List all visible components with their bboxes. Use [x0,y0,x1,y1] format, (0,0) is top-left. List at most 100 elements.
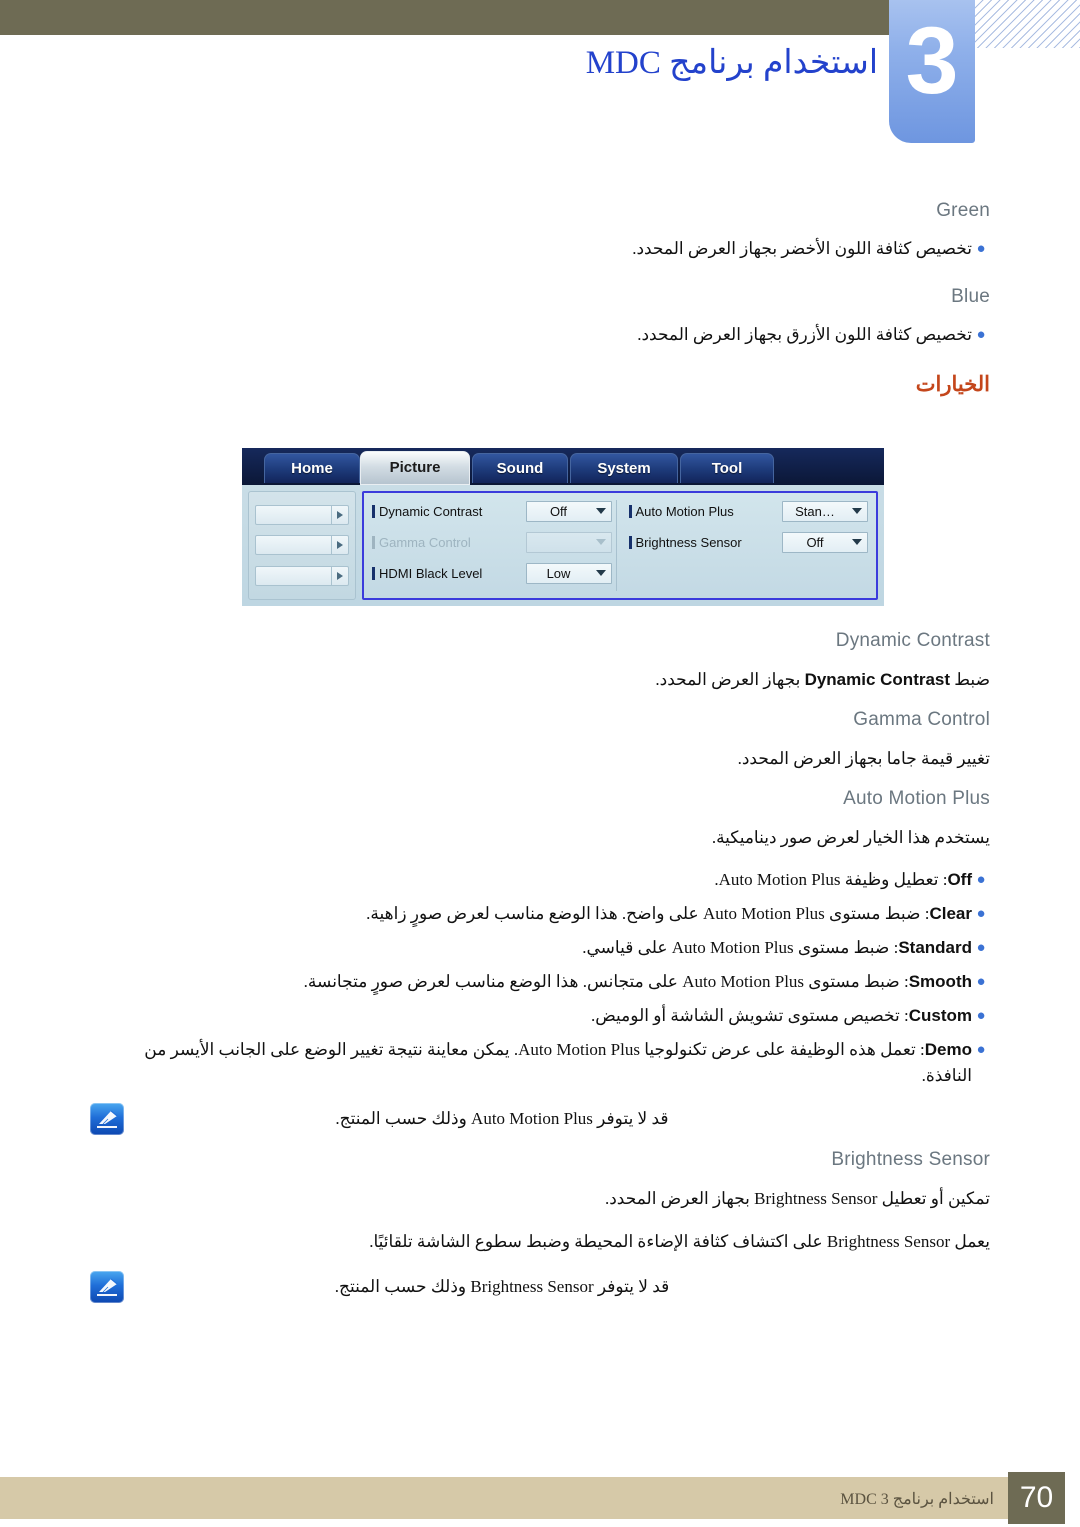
field-hdmi-black-level: HDMI Black Level Low [372,562,612,584]
para-auto-motion-plus-intro: يستخدم هذا الخيار لعرض صور ديناميكية. [711,828,990,847]
heading-brightness-sensor: Brightness Sensor [831,1149,990,1170]
field-gamma-control-label: Gamma Control [372,535,526,550]
dc-text-after: بجهاز العرض المحدد. [655,670,805,689]
auto-motion-plus-option-list: ● Off: تعطيل وظيفة Auto Motion Plus. ● C… [90,867,990,1089]
chevron-down-icon[interactable] [591,508,611,514]
tab-system[interactable]: System [570,453,678,483]
bullet-marker-icon: ● [976,871,986,888]
bullet-marker-icon: ● [976,240,986,257]
content-upper: Green ● تخصيص كثافة اللون الأخضر بجهاز ا… [90,200,990,415]
amp-option-smooth-term: Smooth [908,972,972,991]
page-title: استخدام برنامج MDC [585,45,878,81]
list-item: ● Standard: ضبط مستوى Auto Motion Plus ع… [90,935,990,961]
field-hdmi-black-level-label: HDMI Black Level [372,566,526,581]
content-lower: Dynamic Contrast ضبط Dynamic Contrast بج… [90,630,990,1313]
page-footer: استخدام برنامج MDC 3 70 [0,1470,1080,1527]
amp-option-clear-term: Clear [929,904,972,923]
field-hdmi-black-level-value: Low [546,565,571,581]
field-hdmi-black-level-select[interactable]: Low [525,562,612,584]
left-combo-3[interactable] [255,565,349,586]
bullet-blue: ● تخصيص كثافة اللون الأزرق بجهاز العرض ا… [90,322,990,348]
caret-right-icon[interactable] [331,566,348,585]
left-combo-1[interactable] [255,505,349,526]
mdc-left-panel [248,491,356,600]
bullet-marker-icon: ● [976,1041,986,1058]
list-item: ● Custom: تخصيص مستوى تشويش الشاشة أو ال… [90,1003,990,1029]
field-gamma-control: Gamma Control [372,531,612,553]
amp-option-standard: Standard: ضبط مستوى Auto Motion Plus على… [90,935,972,961]
mdc-settings-column-left: Dynamic Contrast Off Gamma Control HDMI … [372,500,612,591]
dc-text-before: ضبط [950,670,990,689]
note-auto-motion-plus: قد لا يتوفر Auto Motion Plus وذلك حسب ال… [90,1103,990,1135]
amp-option-clear-desc: : ضبط مستوى Auto Motion Plus على واضح. ه… [366,904,930,923]
mdc-body: Dynamic Contrast Off Gamma Control HDMI … [242,485,884,606]
para-gamma-control: تغيير قيمة جاما بجهاز العرض المحدد. [737,749,990,768]
bullet-marker-icon: ● [976,905,986,922]
mdc-tab-bar: Home Picture Sound System Tool [242,448,884,485]
chevron-down-icon [591,539,611,545]
amp-option-demo: Demo: تعمل هذه الوظيفة على عرض تكنولوجيا… [90,1037,972,1089]
tab-picture[interactable]: Picture [360,451,470,485]
mdc-settings-panel: Dynamic Contrast Off Gamma Control HDMI … [362,491,878,600]
list-item: ● Clear: ضبط مستوى Auto Motion Plus على … [90,901,990,927]
chevron-down-icon[interactable] [847,508,867,514]
heading-options: الخيارات [915,372,990,396]
amp-option-clear: Clear: ضبط مستوى Auto Motion Plus على وا… [90,901,972,927]
chapter-number: 3 [905,8,959,114]
field-auto-motion-plus-select[interactable]: Stan… [782,500,868,522]
field-brightness-sensor: Brightness Sensor Off [629,531,868,553]
page-number: 70 [1008,1472,1065,1524]
page-header: 3 استخدام برنامج MDC [0,0,1080,150]
amp-option-demo-desc: : تعمل هذه الوظيفة على عرض تكنولوجيا Aut… [144,1040,972,1085]
bullet-marker-icon: ● [976,1007,986,1024]
field-gamma-control-select [525,531,612,553]
bullet-blue-text: تخصيص كثافة اللون الأزرق بجهاز العرض الم… [637,325,972,344]
heading-blue: Blue [951,286,990,307]
note-auto-motion-plus-text: قد لا يتوفر Auto Motion Plus وذلك حسب ال… [335,1109,669,1128]
note-brightness-sensor-text: قد لا يتوفر Brightness Sensor وذلك حسب ا… [334,1277,670,1296]
chevron-down-icon[interactable] [591,570,611,576]
footer-chapter-label: استخدام برنامج MDC 3 [840,1491,994,1508]
note-pen-icon [90,1271,124,1303]
para-brightness-sensor-2: يعمل Brightness Sensor على اكتشاف كثافة … [369,1232,990,1251]
field-dynamic-contrast-select[interactable]: Off [525,500,612,522]
field-dynamic-contrast-value: Off [549,503,568,519]
amp-option-off: Off: تعطيل وظيفة Auto Motion Plus. [90,867,972,893]
field-brightness-sensor-label: Brightness Sensor [629,535,783,550]
para-dynamic-contrast: ضبط Dynamic Contrast بجهاز العرض المحدد. [90,666,990,693]
bullet-green-text: تخصيص كثافة اللون الأخضر بجهاز العرض الم… [632,239,972,258]
field-brightness-sensor-select[interactable]: Off [782,531,868,553]
header-olive-bar [0,0,890,35]
amp-option-custom: Custom: تخصيص مستوى تشويش الشاشة أو الوم… [90,1003,972,1029]
bullet-marker-icon: ● [976,973,986,990]
tab-sound[interactable]: Sound [472,453,568,483]
heading-auto-motion-plus: Auto Motion Plus [843,788,990,809]
mdc-settings-column-right: Auto Motion Plus Stan… Brightness Sensor… [615,500,868,591]
tab-tool[interactable]: Tool [680,453,774,483]
para-brightness-sensor-1: تمكين أو تعطيل Brightness Sensor بجهاز ا… [604,1189,990,1208]
field-auto-motion-plus-value: Stan… [795,503,835,519]
amp-option-custom-desc: : تخصيص مستوى تشويش الشاشة أو الوميض. [590,1006,909,1025]
amp-option-smooth-desc: : ضبط مستوى Auto Motion Plus على متجانس.… [303,972,909,991]
field-brightness-sensor-value: Off [806,534,824,550]
amp-option-standard-term: Standard [898,938,972,957]
mdc-picture-tab-screenshot: Home Picture Sound System Tool Dynamic C… [242,448,884,606]
caret-right-icon[interactable] [331,506,348,525]
caret-right-icon[interactable] [331,536,348,555]
heading-dynamic-contrast: Dynamic Contrast [835,630,990,651]
chevron-down-icon[interactable] [847,539,867,545]
bullet-green: ● تخصيص كثافة اللون الأخضر بجهاز العرض ا… [90,236,990,262]
note-brightness-sensor: قد لا يتوفر Brightness Sensor وذلك حسب ا… [90,1271,990,1303]
list-item: ● Demo: تعمل هذه الوظيفة على عرض تكنولوج… [90,1037,990,1089]
header-hatch-decoration [975,0,1080,48]
list-item: ● Off: تعطيل وظيفة Auto Motion Plus. [90,867,990,893]
heading-gamma-control: Gamma Control [853,709,990,730]
amp-option-standard-desc: : ضبط مستوى Auto Motion Plus على قياسي. [582,938,899,957]
chapter-number-block: 3 [889,0,975,143]
amp-option-smooth: Smooth: ضبط مستوى Auto Motion Plus على م… [90,969,972,995]
bullet-marker-icon: ● [976,326,986,343]
amp-option-custom-term: Custom [908,1006,972,1025]
field-auto-motion-plus: Auto Motion Plus Stan… [629,500,868,522]
left-combo-2[interactable] [255,535,349,556]
tab-home[interactable]: Home [264,453,360,483]
